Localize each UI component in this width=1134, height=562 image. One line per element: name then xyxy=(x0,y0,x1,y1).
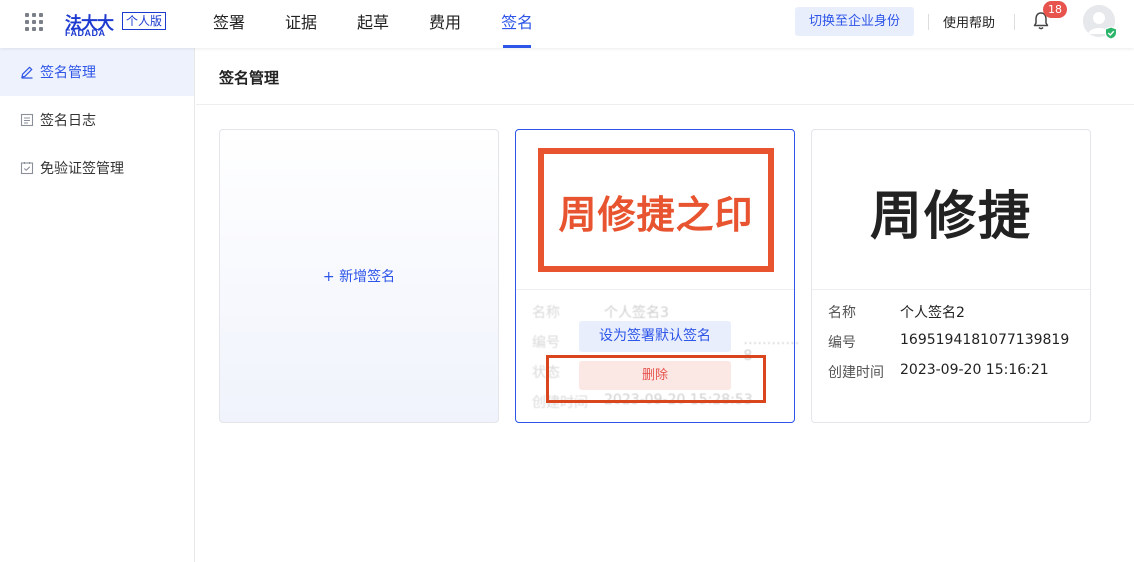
info-value: 1695194181077139819 xyxy=(900,332,1070,348)
info-row: 编号 1695194181077139819 xyxy=(828,332,1069,352)
sidebar: 签名管理 签名日志 免验证签管理 xyxy=(0,48,195,562)
signature-preview: 周修捷 xyxy=(812,130,1090,290)
verified-icon xyxy=(1104,25,1118,40)
set-default-signature-button[interactable]: 设为签署默认签名 xyxy=(579,321,731,352)
seal-highlight-box: 周修捷之印 xyxy=(538,148,774,272)
info-row: 创建时间 2023-09-20 15:16:21 xyxy=(828,362,1049,382)
signature-card[interactable]: 周修捷之印 名称 个人签名3 编号 …………8 状态 创建时间 2023-09-… xyxy=(515,129,799,423)
brand-logo[interactable]: 法大大 FADADA xyxy=(65,9,117,38)
main-nav: 签署 证据 起草 费用 签名 xyxy=(213,0,573,48)
divider xyxy=(1014,14,1015,30)
seal-image: 周修捷之印 xyxy=(558,193,754,237)
sidebar-item-signature-log[interactable]: 签名日志 xyxy=(0,96,194,144)
delete-highlight-box xyxy=(546,355,766,403)
sidebar-item-label: 签名管理 xyxy=(40,65,96,81)
sidebar-item-label: 签名日志 xyxy=(40,113,96,129)
info-key: 创建时间 xyxy=(828,365,884,381)
info-key: 名称 xyxy=(532,305,560,321)
logo-sub: FADADA xyxy=(65,28,106,38)
info-value: 个人签名2 xyxy=(900,305,965,321)
info-value: 个人签名3 xyxy=(604,305,669,321)
pen-icon xyxy=(20,65,34,79)
info-row: 名称 个人签名3 xyxy=(532,302,669,322)
sidebar-item-signature-management[interactable]: 签名管理 xyxy=(0,48,194,96)
info-row: 名称 个人签名2 xyxy=(828,302,965,322)
signature-card[interactable]: 周修捷 名称 个人签名2 编号 1695194181077139819 创建时间… xyxy=(811,129,1091,423)
switch-enterprise-button[interactable]: 切换至企业身份 xyxy=(795,7,914,36)
signature-image: 周修捷 xyxy=(869,187,1032,247)
edition-badge: 个人版 xyxy=(122,12,167,30)
log-icon xyxy=(20,113,34,127)
top-bar: 法大大 FADADA 个人版 签署 证据 起草 费用 签名 切换至企业身份 使用… xyxy=(0,0,1134,48)
nav-item-signature[interactable]: 签名 xyxy=(501,0,533,48)
nav-item-draft[interactable]: 起草 xyxy=(357,0,389,48)
info-key: 编号 xyxy=(828,335,856,351)
add-signature-card[interactable]: + 新增签名 xyxy=(219,129,499,423)
divider xyxy=(196,104,1134,105)
help-link[interactable]: 使用帮助 xyxy=(943,12,995,31)
signature-preview: 周修捷之印 xyxy=(516,130,794,290)
shield-check-icon xyxy=(20,161,34,175)
nav-item-fees[interactable]: 费用 xyxy=(429,0,461,48)
info-key: 名称 xyxy=(828,305,856,321)
sidebar-item-no-verify-management[interactable]: 免验证签管理 xyxy=(0,144,194,192)
add-signature-label: + 新增签名 xyxy=(322,269,396,285)
nav-item-sign[interactable]: 签署 xyxy=(213,0,245,48)
info-value: 2023-09-20 15:16:21 xyxy=(900,362,1049,378)
divider xyxy=(928,14,929,30)
apps-grid-icon[interactable] xyxy=(25,13,45,33)
notification-badge: 18 xyxy=(1043,1,1067,18)
page-title: 签名管理 xyxy=(219,69,280,87)
sidebar-item-label: 免验证签管理 xyxy=(40,161,124,177)
nav-item-evidence[interactable]: 证据 xyxy=(285,0,317,48)
